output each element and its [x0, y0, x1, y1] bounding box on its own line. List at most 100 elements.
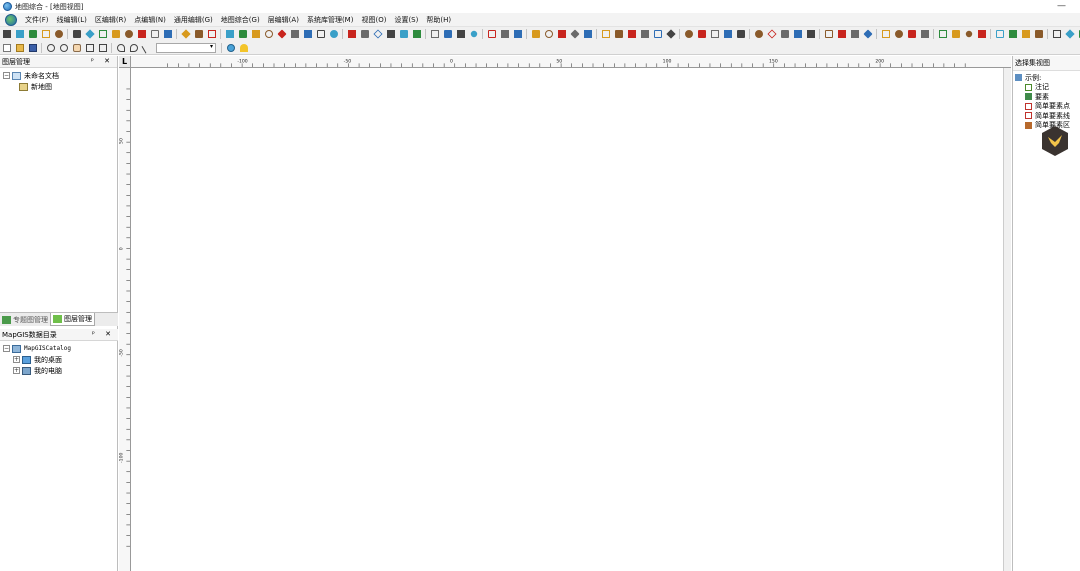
tool-button-26-icon[interactable] [347, 29, 357, 39]
tool-button-50-icon[interactable] [684, 29, 694, 39]
tree-node-line[interactable]: 简单要素线 [1015, 111, 1078, 121]
tool-button-47-icon[interactable] [640, 29, 650, 39]
ruler-corner[interactable]: L [119, 56, 131, 68]
tool-button-40-icon[interactable] [544, 29, 554, 39]
menu-settings[interactable]: 设置(S) [390, 15, 422, 25]
tree-node-map[interactable]: 新地图 [3, 81, 114, 92]
tool-button-2-icon[interactable] [15, 29, 25, 39]
tab-layer-management[interactable]: 图层管理 [50, 313, 95, 326]
menu-map-synthesis[interactable]: 地图综合(G) [217, 15, 264, 25]
tool-button-58-icon[interactable] [793, 29, 803, 39]
tool-button-48-icon[interactable] [653, 29, 663, 39]
tool-button-60-icon[interactable] [824, 29, 834, 39]
tool-button-70-icon[interactable] [963, 29, 974, 39]
tool-button-34-icon[interactable] [456, 29, 466, 39]
help-pointer-icon[interactable] [239, 43, 249, 53]
tool-button-77-icon[interactable] [1064, 29, 1075, 39]
tool-button-3-icon[interactable] [28, 29, 38, 39]
tree-node-desktop[interactable]: + 我的桌面 [3, 354, 115, 365]
pan-hand-icon[interactable] [72, 43, 82, 53]
tool-button-23-icon[interactable] [303, 29, 313, 39]
tool-button-25-icon[interactable] [329, 29, 339, 39]
full-extent-icon[interactable] [85, 43, 95, 53]
tool-button-53-icon[interactable] [723, 29, 733, 39]
tool-button-72-icon[interactable] [995, 29, 1005, 39]
zoom-in-icon[interactable] [46, 43, 56, 53]
menu-point-edit[interactable]: 点编辑(N) [130, 15, 170, 25]
tool-button-21-icon[interactable] [276, 29, 287, 39]
expand-icon[interactable]: + [13, 356, 20, 363]
redo-icon[interactable] [129, 43, 139, 53]
tree-node-sample[interactable]: 示例: [1015, 73, 1078, 83]
minimize-button[interactable]: — [1057, 1, 1066, 11]
menu-view[interactable]: 视图(O) [357, 15, 390, 25]
tree-node-point[interactable]: 简单要素点 [1015, 102, 1078, 112]
collapse-icon[interactable]: − [3, 72, 10, 79]
refresh-view-icon[interactable] [98, 43, 108, 53]
tool-button-16-icon[interactable] [207, 29, 217, 39]
tool-button-66-icon[interactable] [907, 29, 917, 39]
tool-button-18-icon[interactable] [238, 29, 248, 39]
tool-button-13-icon[interactable] [163, 29, 173, 39]
tab-thematic-map[interactable]: 专题图管理 [0, 313, 50, 326]
tool-button-42-icon[interactable] [569, 29, 580, 39]
tool-button-14-icon[interactable] [180, 29, 191, 39]
tool-button-29-icon[interactable] [386, 29, 396, 39]
panel-pin-close-buttons[interactable]: ᵖ ✕ [91, 57, 114, 65]
tool-button-68-icon[interactable] [938, 29, 948, 39]
layer-property-icon[interactable] [226, 43, 236, 53]
tool-button-35-icon[interactable] [468, 29, 479, 39]
menu-region-edit[interactable]: 区编辑(R) [91, 15, 130, 25]
tree-node-document[interactable]: − 未命名文档 [3, 70, 114, 81]
tool-button-6-icon[interactable] [72, 29, 82, 39]
collapse-icon[interactable]: − [3, 345, 10, 352]
tool-button-43-icon[interactable] [583, 29, 593, 39]
new-file-icon[interactable] [2, 43, 12, 53]
tool-button-12-icon[interactable] [150, 29, 160, 39]
tool-button-51-icon[interactable] [697, 29, 707, 39]
menu-line-edit[interactable]: 线编辑(L) [53, 15, 91, 25]
tool-button-9-icon[interactable] [111, 29, 121, 39]
tool-button-11-icon[interactable] [137, 29, 147, 39]
tool-button-61-icon[interactable] [837, 29, 847, 39]
tool-button-71-icon[interactable] [977, 29, 987, 39]
tree-node-feature[interactable]: 要素 [1015, 92, 1078, 102]
tool-button-10-icon[interactable] [124, 29, 134, 39]
tool-button-73-icon[interactable] [1008, 29, 1018, 39]
tool-button-38-icon[interactable] [513, 29, 523, 39]
tool-button-24-icon[interactable] [316, 29, 326, 39]
menu-layer-edit[interactable]: 层编辑(A) [264, 15, 303, 25]
save-icon[interactable] [28, 43, 38, 53]
tool-button-54-icon[interactable] [736, 29, 746, 39]
tool-button-17-icon[interactable] [225, 29, 235, 39]
map-canvas[interactable] [131, 68, 1003, 571]
tree-node-annotation[interactable]: 注记 [1015, 83, 1078, 93]
tool-button-52-icon[interactable] [710, 29, 720, 39]
tool-button-19-icon[interactable] [251, 29, 261, 39]
menu-general-edit[interactable]: 通用编辑(G) [170, 15, 217, 25]
zoom-out-icon[interactable] [59, 43, 69, 53]
tool-button-49-icon[interactable] [665, 29, 676, 39]
vertical-scrollbar[interactable] [1003, 68, 1011, 571]
undo-icon[interactable] [116, 43, 126, 53]
tool-button-41-icon[interactable] [557, 29, 567, 39]
tool-button-33-icon[interactable] [443, 29, 453, 39]
tool-button-45-icon[interactable] [614, 29, 624, 39]
tool-button-69-icon[interactable] [951, 29, 961, 39]
tool-button-31-icon[interactable] [412, 29, 422, 39]
tool-button-5-icon[interactable] [54, 29, 64, 39]
tool-button-32-icon[interactable] [430, 29, 440, 39]
tool-button-4-icon[interactable] [41, 29, 51, 39]
tool-button-63-icon[interactable] [862, 29, 873, 39]
tool-button-65-icon[interactable] [894, 29, 904, 39]
open-folder-icon[interactable] [15, 43, 25, 53]
tree-node-catalog[interactable]: − MapGISCatalog [3, 343, 115, 354]
tool-button-44-icon[interactable] [601, 29, 611, 39]
scale-combo[interactable]: ▾ [156, 42, 216, 53]
expand-icon[interactable]: + [13, 367, 20, 374]
tool-button-74-icon[interactable] [1021, 29, 1031, 39]
tool-button-55-icon[interactable] [754, 29, 764, 39]
tool-button-67-icon[interactable] [920, 29, 930, 39]
tool-button-75-icon[interactable] [1034, 29, 1044, 39]
tool-button-30-icon[interactable] [399, 29, 409, 39]
